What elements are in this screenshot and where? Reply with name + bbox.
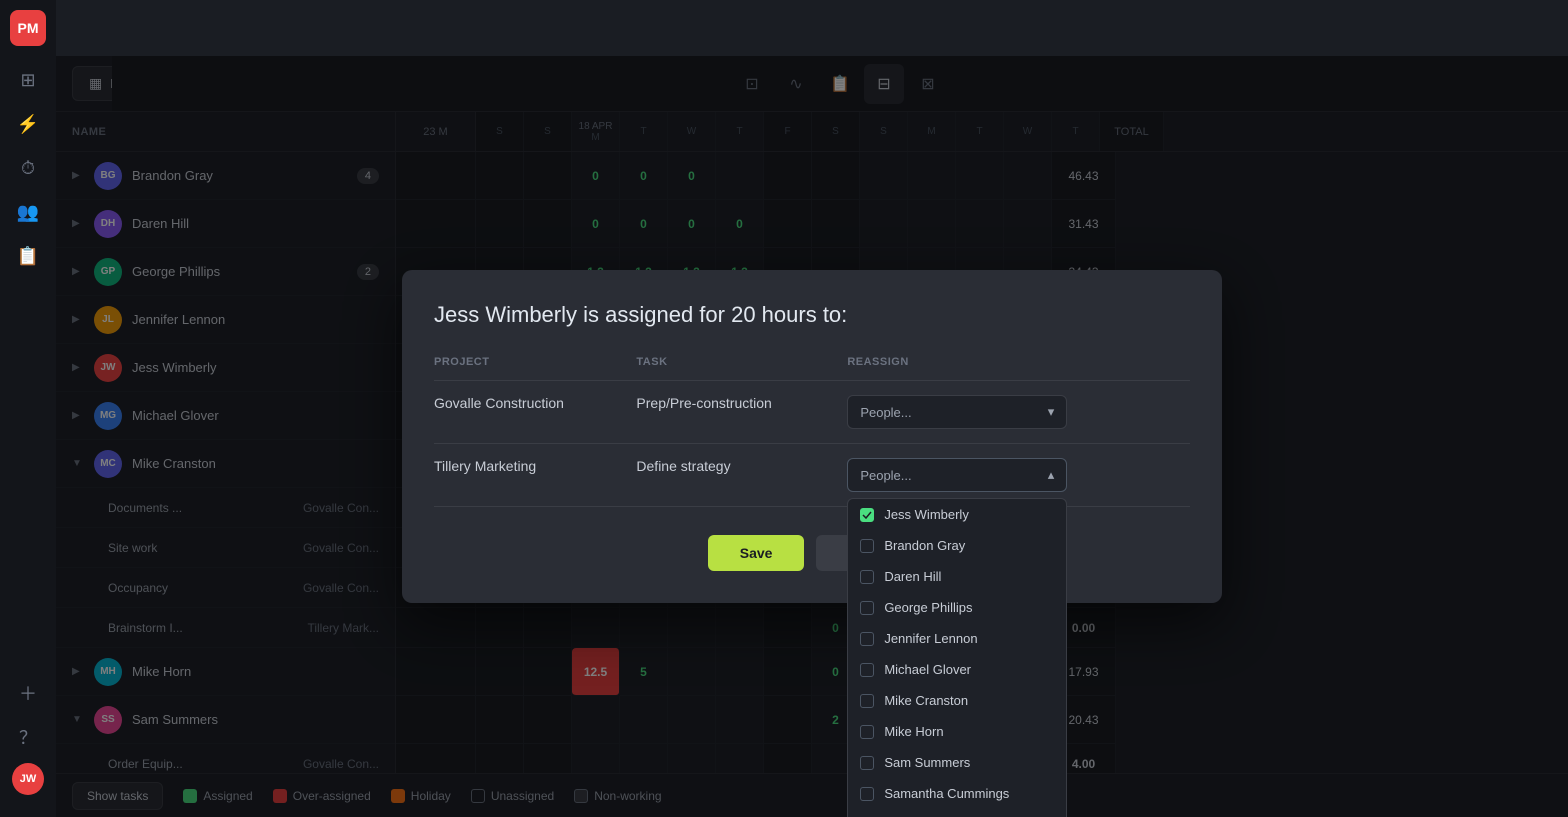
dropdown-label-samantha-cummings: Samantha Cummings <box>884 786 1009 801</box>
dropdown-item-tara-washington[interactable]: Tara Washington <box>848 809 1066 817</box>
modal-row-1: Govalle Construction Prep/Pre-constructi… <box>434 381 1190 444</box>
modal-row2-task: Define strategy <box>636 444 847 507</box>
dropdown-item-brandon-gray[interactable]: Brandon Gray <box>848 530 1066 561</box>
dropdown-label-jess-wimberly: Jess Wimberly <box>884 507 969 522</box>
dropdown-label-jennifer-lennon: Jennifer Lennon <box>884 631 977 646</box>
main-area: ⊡ ∿ 📋 ⊟ ⊠ ▦ From Today All Projects ▾ 👤 … <box>56 56 1568 817</box>
dropdown-item-george-phillips[interactable]: George Phillips <box>848 592 1066 623</box>
modal-title: Jess Wimberly is assigned for 20 hours t… <box>434 302 1190 328</box>
nav-help-icon[interactable]: ？ <box>10 719 46 755</box>
user-avatar[interactable]: JW <box>12 763 44 795</box>
people-dropdown-list: Jess Wimberly Brandon Gray Daren Hill <box>847 498 1067 817</box>
dropdown-item-sam-summers[interactable]: Sam Summers <box>848 747 1066 778</box>
modal-table: PROJECT TASK REASSIGN Govalle Constructi… <box>434 356 1190 507</box>
checkbox-sam-summers <box>860 756 874 770</box>
checkbox-brandon-gray <box>860 539 874 553</box>
col-header-reassign: REASSIGN <box>847 356 1190 381</box>
sidebar-nav: PM ⊞ ⚡ ⏱ 👥 📋 ＋ ？ JW <box>0 0 56 817</box>
people-dropdown-btn-row1[interactable]: People... ▾ <box>847 395 1067 429</box>
dropdown-item-jess-wimberly[interactable]: Jess Wimberly <box>848 499 1066 530</box>
dropdown-label-mike-cranston: Mike Cranston <box>884 693 968 708</box>
modal-row2-project: Tillery Marketing <box>434 444 636 507</box>
dropdown-item-mike-horn[interactable]: Mike Horn <box>848 716 1066 747</box>
checkbox-george-phillips <box>860 601 874 615</box>
nav-projects-icon[interactable]: 📋 <box>10 238 46 274</box>
dropdown-label-daren-hill: Daren Hill <box>884 569 941 584</box>
checkbox-mike-cranston <box>860 694 874 708</box>
modal-row2-reassign: People... ▴ Jess Wimberly <box>847 444 1190 507</box>
dropdown-item-michael-glover[interactable]: Michael Glover <box>848 654 1066 685</box>
dropdown-label-george-phillips: George Phillips <box>884 600 972 615</box>
dropdown-item-jennifer-lennon[interactable]: Jennifer Lennon <box>848 623 1066 654</box>
app-logo: PM <box>10 10 46 46</box>
checkbox-jess-wimberly <box>860 508 874 522</box>
nav-alerts-icon[interactable]: ⚡ <box>10 106 46 142</box>
dropdown-label-mike-horn: Mike Horn <box>884 724 943 739</box>
checkbox-jennifer-lennon <box>860 632 874 646</box>
col-header-task: TASK <box>636 356 847 381</box>
checkbox-samantha-cummings <box>860 787 874 801</box>
save-button[interactable]: Save <box>708 535 805 571</box>
modal-overlay: Jess Wimberly is assigned for 20 hours t… <box>56 56 1568 817</box>
nav-people-icon[interactable]: 👥 <box>10 194 46 230</box>
checkbox-michael-glover <box>860 663 874 677</box>
checkbox-mike-horn <box>860 725 874 739</box>
people-dropdown-row2: People... ▴ Jess Wimberly <box>847 458 1190 492</box>
nav-time-icon[interactable]: ⏱ <box>10 150 46 186</box>
modal-row1-reassign: People... ▾ <box>847 381 1190 444</box>
modal-dialog: Jess Wimberly is assigned for 20 hours t… <box>402 270 1222 603</box>
dropdown-placeholder-row1: People... <box>860 405 911 420</box>
nav-add-icon[interactable]: ＋ <box>10 675 46 711</box>
people-dropdown-row1: People... ▾ <box>847 395 1190 429</box>
col-header-project: PROJECT <box>434 356 636 381</box>
checkbox-daren-hill <box>860 570 874 584</box>
modal-row1-project: Govalle Construction <box>434 381 636 444</box>
modal-row1-task: Prep/Pre-construction <box>636 381 847 444</box>
dropdown-label-brandon-gray: Brandon Gray <box>884 538 965 553</box>
nav-home-icon[interactable]: ⊞ <box>10 62 46 98</box>
dropdown-item-daren-hill[interactable]: Daren Hill <box>848 561 1066 592</box>
dropdown-chevron-row1: ▾ <box>1048 404 1055 420</box>
people-dropdown-btn-row2[interactable]: People... ▴ <box>847 458 1067 492</box>
dropdown-label-sam-summers: Sam Summers <box>884 755 970 770</box>
dropdown-item-mike-cranston[interactable]: Mike Cranston <box>848 685 1066 716</box>
dropdown-chevron-row2: ▴ <box>1048 467 1055 483</box>
dropdown-item-samantha-cummings[interactable]: Samantha Cummings <box>848 778 1066 809</box>
dropdown-label-michael-glover: Michael Glover <box>884 662 971 677</box>
modal-row-2: Tillery Marketing Define strategy People… <box>434 444 1190 507</box>
dropdown-placeholder-row2: People... <box>860 468 911 483</box>
modal-actions: Save Close <box>434 535 1190 571</box>
